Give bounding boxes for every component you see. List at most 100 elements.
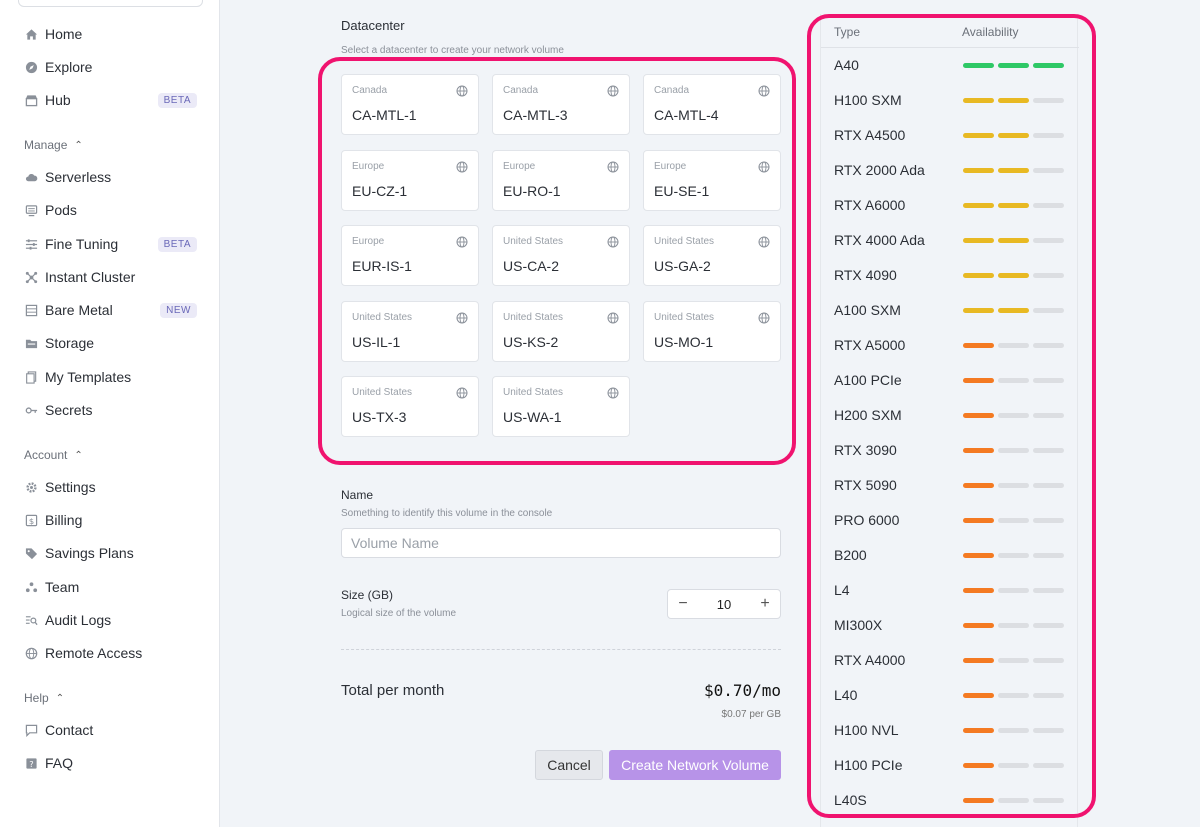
datacenter-option-eu-se-1[interactable]: Europe EU-SE-1 — [643, 149, 781, 211]
gpu-row[interactable]: L4 — [821, 573, 1079, 608]
datacenter-option-us-ga-2[interactable]: United States US-GA-2 — [643, 225, 781, 286]
size-value[interactable]: 10 — [698, 597, 750, 612]
sidebar-item-label: FAQ — [45, 755, 74, 771]
new-badge: NEW — [160, 302, 197, 318]
sidebar-item-label: Contact — [45, 722, 94, 738]
datacenter-code: US-KS-2 — [503, 333, 559, 350]
gpu-row[interactable]: RTX 3090 — [821, 433, 1079, 468]
section-title: Manage — [24, 138, 68, 152]
gpu-row[interactable]: A100 PCIe — [821, 363, 1079, 398]
gpu-row[interactable]: RTX 5090 — [821, 468, 1079, 503]
section-toggle-account[interactable]: Account ⌃ — [24, 448, 83, 462]
section-toggle-manage[interactable]: Manage ⌃ — [24, 138, 83, 152]
gpu-row[interactable]: RTX 4090 — [821, 258, 1079, 293]
availability-bar — [1033, 693, 1064, 698]
datacenter-option-us-wa-1[interactable]: United States US-WA-1 — [492, 376, 630, 437]
sidebar-item-billing[interactable]: $ Billing — [24, 509, 199, 531]
gpu-row[interactable]: L40 — [821, 678, 1079, 713]
gpu-row[interactable]: B200 — [821, 538, 1079, 573]
volume-name-input[interactable] — [341, 528, 781, 558]
section-toggle-help[interactable]: Help ⌃ — [24, 691, 64, 705]
availability-bar — [963, 623, 994, 628]
sidebar-item-instant-cluster[interactable]: Instant Cluster — [24, 266, 199, 288]
availability-bar — [1033, 413, 1064, 418]
datacenter-region: Canada — [352, 85, 388, 96]
gpu-row[interactable]: H100 SXM — [821, 83, 1079, 118]
sidebar-item-label: Billing — [45, 512, 83, 528]
availability-indicator — [963, 553, 1064, 558]
price-per-gb: $0.07 per GB — [721, 709, 781, 720]
sidebar-item-hub[interactable]: Hub BETA — [24, 89, 199, 111]
availability-bar — [998, 518, 1029, 523]
globe-icon — [456, 84, 468, 97]
datacenter-option-us-ks-2[interactable]: United States US-KS-2 — [492, 300, 630, 362]
sidebar-item-faq[interactable]: ? FAQ — [24, 752, 199, 774]
sidebar-item-bare-metal[interactable]: Bare Metal NEW — [24, 299, 199, 321]
gpu-row[interactable]: RTX 4000 Ada — [821, 223, 1079, 258]
datacenter-option-eur-is-1[interactable]: Europe EUR-IS-1 — [341, 225, 479, 286]
availability-bar — [963, 343, 994, 348]
datacenter-option-eu-ro-1[interactable]: Europe EU-RO-1 — [492, 149, 630, 211]
availability-indicator — [963, 623, 1064, 628]
sidebar-item-storage[interactable]: Storage — [24, 332, 199, 354]
gpu-row[interactable]: RTX 2000 Ada — [821, 153, 1079, 188]
availability-indicator — [963, 728, 1064, 733]
sidebar-item-pods[interactable]: Pods — [24, 199, 199, 221]
datacenter-region: United States — [654, 311, 715, 323]
rack-icon — [24, 303, 38, 317]
sidebar-item-label: Hub — [45, 92, 71, 108]
availability-bar — [998, 98, 1029, 103]
gpu-row[interactable]: PRO 6000 — [821, 503, 1079, 538]
datacenter-option-us-tx-3[interactable]: United States US-TX-3 — [341, 376, 479, 437]
datacenter-option-us-il-1[interactable]: United States US-IL-1 — [341, 300, 479, 362]
sidebar-item-secrets[interactable]: Secrets — [24, 399, 199, 421]
datacenter-region: United States — [503, 311, 564, 323]
availability-bar — [1033, 133, 1064, 138]
availability-bar — [1033, 798, 1064, 803]
datacenter-title: Datacenter — [341, 18, 405, 33]
gpu-row[interactable]: MI300X — [821, 608, 1079, 643]
gpu-row[interactable]: RTX A6000 — [821, 188, 1079, 223]
datacenter-option-us-mo-1[interactable]: United States US-MO-1 — [643, 300, 781, 362]
datacenter-option-eu-cz-1[interactable]: Europe EU-CZ-1 — [341, 149, 479, 211]
sidebar-item-team[interactable]: Team — [24, 576, 199, 598]
increment-button[interactable]: + — [750, 595, 780, 613]
cancel-button[interactable]: Cancel — [535, 750, 603, 780]
sidebar-item-contact[interactable]: Contact — [24, 719, 199, 741]
sidebar-item-serverless[interactable]: Serverless — [24, 166, 199, 188]
datacenter-option-ca-mtl-3[interactable]: Canada CA-MTL-3 — [492, 74, 630, 135]
gpu-row[interactable]: H100 PCIe — [821, 748, 1079, 783]
availability-indicator — [963, 588, 1064, 593]
datacenter-option-us-ca-2[interactable]: United States US-CA-2 — [492, 225, 630, 286]
sidebar-item-home[interactable]: Home — [24, 23, 199, 45]
sidebar-item-my-templates[interactable]: My Templates — [24, 366, 199, 388]
datacenter-code: CA-MTL-3 — [503, 107, 568, 123]
gpu-row[interactable]: L40S — [821, 783, 1079, 818]
sidebar-item-savings-plans[interactable]: Savings Plans — [24, 542, 199, 564]
gpu-row[interactable]: RTX A4000 — [821, 643, 1079, 678]
sidebar-item-remote-access[interactable]: Remote Access — [24, 642, 199, 664]
datacenter-option-ca-mtl-4[interactable]: Canada CA-MTL-4 — [643, 74, 781, 135]
create-network-volume-button[interactable]: Create Network Volume — [609, 750, 781, 780]
gpu-row[interactable]: RTX A4500 — [821, 118, 1079, 153]
gpu-row[interactable]: A40 — [821, 48, 1079, 83]
datacenter-option-ca-mtl-1[interactable]: Canada CA-MTL-1 — [341, 74, 479, 135]
decrement-button[interactable]: − — [668, 595, 698, 613]
globe-icon — [456, 160, 468, 172]
availability-bar — [998, 623, 1029, 628]
availability-bar — [1033, 448, 1064, 453]
sidebar-item-fine-tuning[interactable]: Fine Tuning BETA — [24, 233, 199, 255]
gpu-row[interactable]: H100 NVL — [821, 713, 1079, 748]
gpu-row[interactable]: RTX A5000 — [821, 328, 1079, 363]
sidebar-item-explore[interactable]: Explore — [24, 56, 199, 78]
gpu-name: RTX A6000 — [834, 197, 906, 213]
availability-bar — [963, 378, 994, 383]
sidebar-top-box[interactable] — [18, 0, 203, 7]
sidebar-item-settings[interactable]: Settings — [24, 476, 199, 498]
gpu-row[interactable]: A100 SXM — [821, 293, 1079, 328]
cluster-icon — [24, 270, 38, 284]
sidebar-item-audit-logs[interactable]: Audit Logs — [24, 609, 199, 631]
gpu-row[interactable]: H200 SXM — [821, 398, 1079, 433]
availability-indicator — [963, 413, 1064, 418]
beta-badge: BETA — [157, 236, 197, 252]
